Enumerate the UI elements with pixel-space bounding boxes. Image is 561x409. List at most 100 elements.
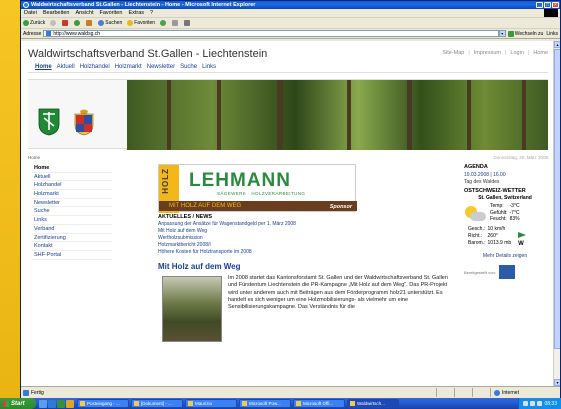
back-button[interactable]: Zurück — [23, 20, 45, 26]
home-button[interactable] — [86, 20, 93, 26]
clock[interactable]: 08:33 — [544, 401, 557, 407]
title-bar[interactable]: Waldwirtschaftsverband St.Gallen - Liech… — [21, 1, 560, 9]
sidebar-item-newsletter[interactable]: Newsletter — [32, 199, 112, 208]
minimize-button[interactable]: _ — [536, 2, 543, 8]
back-label: Zurück — [30, 20, 46, 26]
article-text: Im 2008 startet das Kantonsforstamt St. … — [228, 275, 448, 311]
mail-button[interactable] — [172, 20, 179, 26]
top-link-sitemap[interactable]: Site-Map — [442, 50, 464, 56]
article-forest-image — [162, 276, 222, 342]
nav-item-newsletter[interactable]: Newsletter — [147, 64, 175, 70]
task-label: [Dokument] - ... — [141, 401, 172, 406]
taskbar-item[interactable]: Posteingang - ... — [77, 399, 129, 408]
sponsor-logo-icon[interactable] — [498, 265, 515, 279]
sidebar-item-zertifizierung[interactable]: Zertifizierung — [32, 234, 112, 243]
maximize-button[interactable]: □ — [544, 2, 551, 8]
go-button[interactable]: Wechseln zu — [507, 30, 544, 37]
sidebar-item-kontakt[interactable]: Kontakt — [32, 242, 112, 251]
scroll-down-button[interactable]: ▾ — [554, 379, 560, 386]
news-link[interactable]: Anpassung der Ansätze für Wagenstandgeld… — [158, 221, 358, 228]
tray-icon[interactable] — [537, 401, 543, 406]
favorites-button[interactable]: Favoriten — [127, 20, 155, 26]
taskbar-item-active[interactable]: Waldwirtsch... — [347, 399, 399, 408]
top-link-login[interactable]: Login — [510, 50, 523, 56]
task-label: Microsoft Pow... — [249, 401, 281, 406]
more-details-link[interactable]: Mehr Details zeigen — [464, 253, 546, 259]
scroll-thumb[interactable] — [554, 49, 560, 349]
back-arrow-icon — [23, 20, 29, 26]
news-link[interactable]: Mit Holz auf dem Weg — [158, 228, 358, 235]
menu-item-datei[interactable]: Datei — [24, 10, 37, 16]
vertical-scrollbar[interactable]: ▴ ▾ — [553, 41, 560, 386]
taskbar-item[interactable]: Microsoft Pow... — [239, 399, 291, 408]
tray-icon[interactable] — [523, 401, 529, 406]
wind-speed-row: Gesch.: 10 km/h — [467, 226, 512, 233]
ad-company-name: LEHMANN — [189, 170, 291, 191]
forward-button[interactable] — [50, 20, 57, 26]
news-link[interactable]: Wertholzsubmission — [158, 235, 358, 242]
desktop-icon[interactable] — [39, 399, 47, 408]
weather-label: Temp: — [490, 203, 504, 210]
wind-label: Barom.: — [468, 240, 486, 247]
web-page: Waldwirtschaftsverband St.Gallen - Liech… — [21, 41, 553, 386]
sidebar-item-aktuell[interactable]: Aktuell — [32, 173, 112, 182]
address-label: Adresse — [23, 30, 42, 37]
taskbar-item[interactable]: [Dokument] - ... — [131, 399, 183, 408]
menu-item-help[interactable]: ? — [150, 10, 153, 16]
news-link[interactable]: Holzmarktbericht 2008/I — [158, 242, 358, 249]
close-button[interactable]: × — [552, 2, 559, 8]
nav-item-holzhandel[interactable]: Holzhandel — [80, 64, 110, 70]
print-button[interactable] — [184, 20, 191, 26]
menu-item-ansicht[interactable]: Ansicht — [75, 10, 93, 16]
address-dropdown-button[interactable]: ▾ — [498, 30, 506, 37]
app-icon[interactable] — [66, 399, 74, 408]
refresh-icon — [74, 20, 81, 26]
address-input[interactable]: http://www.waldsg.ch — [43, 30, 499, 37]
security-zone: Internet — [490, 388, 560, 397]
tray-icon[interactable] — [530, 401, 536, 406]
refresh-button[interactable] — [74, 20, 81, 26]
sidebar-item-holzmarkt[interactable]: Holzmarkt — [32, 190, 112, 199]
news-heading: AKTUELLES / NEWS — [158, 214, 213, 220]
agenda-date[interactable]: 19.03.2008 | 16.00 — [464, 172, 546, 178]
weather-sponsor: Bereitgestellt von: — [464, 265, 546, 279]
featured-article: Mit Holz auf dem Weg Im 2008 startet das… — [158, 262, 458, 342]
nav-item-suche[interactable]: Suche — [180, 64, 197, 70]
nav-item-aktuell[interactable]: Aktuell — [57, 64, 75, 70]
scroll-up-button[interactable]: ▴ — [554, 41, 560, 48]
breadcrumb[interactable]: Home — [28, 155, 40, 160]
top-link-home[interactable]: Home — [533, 50, 548, 56]
ie-icon[interactable] — [48, 399, 56, 408]
sidebar-item-holzhandel[interactable]: Holzhandel — [32, 181, 112, 191]
window-title: Waldwirtschaftsverband St.Gallen - Liech… — [31, 2, 256, 8]
sidebar-item-shf-portal[interactable]: SHF-Portal — [32, 251, 112, 260]
sidebar-item-suche[interactable]: Suche — [32, 207, 112, 217]
start-button[interactable]: Start — [0, 398, 36, 409]
history-button[interactable] — [160, 20, 167, 26]
menu-item-favoriten[interactable]: Favoriten — [100, 10, 123, 16]
cloud-shape — [470, 212, 486, 221]
sidebar-item-links[interactable]: Links — [32, 216, 112, 225]
sidebar-item-verband[interactable]: Verband — [32, 225, 112, 234]
nav-item-home[interactable]: Home — [35, 64, 52, 70]
links-button[interactable]: Links — [546, 31, 558, 37]
app-icon[interactable] — [57, 399, 65, 408]
sponsor-ad-banner[interactable]: HOLZ LEHMANN SÄGEWERK · HOLZVERARBEITUNG… — [158, 164, 357, 213]
news-link[interactable]: Höhere Kosten für Holztransporte im 2008 — [158, 249, 358, 256]
top-link-impressum[interactable]: Impressum — [474, 50, 501, 56]
search-button[interactable]: Suchen — [98, 20, 122, 26]
menu-item-bearbeiten[interactable]: Bearbeiten — [43, 10, 70, 16]
taskbar-item[interactable]: Maurizio — [185, 399, 237, 408]
menu-item-extras[interactable]: Extras — [128, 10, 144, 16]
taskbar-item[interactable]: Microsoft Offi... — [293, 399, 345, 408]
go-label: Wechseln zu — [514, 30, 544, 37]
stop-button[interactable] — [62, 20, 69, 26]
globe-icon — [494, 389, 500, 396]
nav-item-holzmarkt[interactable]: Holzmarkt — [115, 64, 142, 70]
wind-value: 10 km/h — [487, 226, 506, 233]
sidebar-item-home[interactable]: Home — [32, 164, 112, 173]
status-text: Fertig — [31, 389, 44, 396]
sponsor-label: Bereitgestellt von: — [464, 269, 496, 275]
article-title[interactable]: Mit Holz auf dem Weg — [158, 262, 458, 271]
nav-item-links[interactable]: Links — [202, 64, 216, 70]
